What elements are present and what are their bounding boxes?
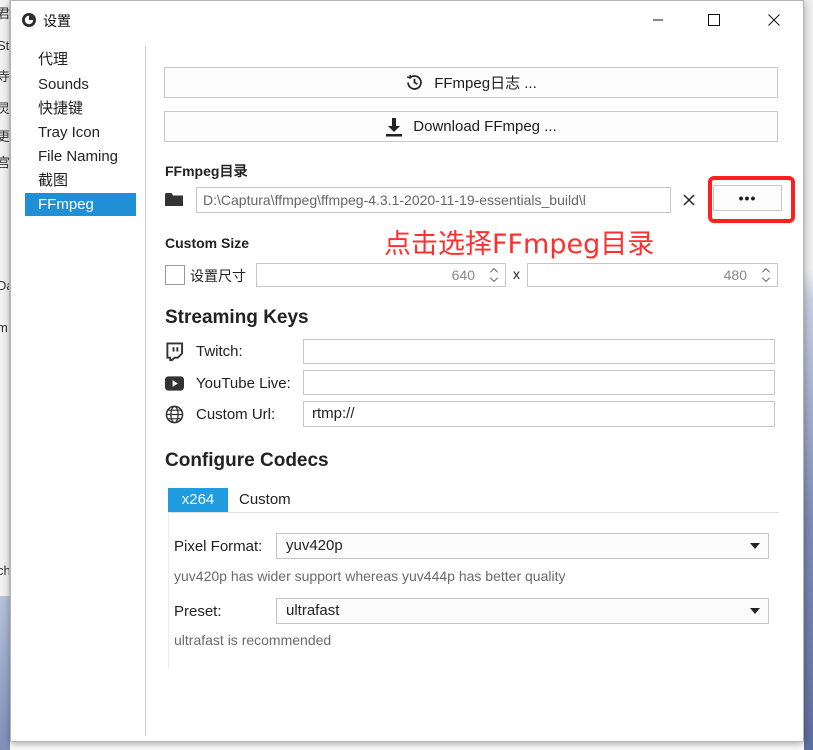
preset-hint: ultrafast is recommended — [174, 632, 332, 648]
download-ffmpeg-button-label: Download FFmpeg ... — [413, 118, 557, 135]
clear-icon — [683, 194, 695, 206]
sidebar-item-hotkeys[interactable]: 快捷键 — [25, 97, 136, 120]
window-title: 设置 — [43, 13, 71, 29]
pixel-format-value: yuv420p — [286, 537, 343, 554]
background-text: ch — [0, 563, 9, 578]
globe-icon — [165, 405, 184, 424]
pixel-format-label: Pixel Format: — [174, 538, 263, 555]
height-spinner-icon[interactable] — [755, 264, 777, 286]
desktop-wallpaper — [0, 596, 10, 750]
streaming-keys-heading: Streaming Keys — [165, 307, 309, 328]
maximize-button[interactable] — [691, 1, 737, 39]
close-button[interactable] — [751, 1, 797, 39]
preset-label: Preset: — [174, 603, 222, 620]
close-icon — [768, 14, 780, 26]
pixel-format-hint: yuv420p has wider support whereas yuv444… — [174, 568, 566, 584]
configure-codecs-heading: Configure Codecs — [165, 450, 329, 471]
clear-folder-button[interactable] — [674, 187, 704, 213]
sidebar-item-tray-icon[interactable]: Tray Icon — [25, 121, 136, 144]
sidebar-item-proxy[interactable]: 代理 — [25, 48, 136, 71]
preset-value: ultrafast — [286, 602, 340, 619]
width-input[interactable]: 640 — [256, 263, 506, 287]
background-text: 宫 — [0, 152, 9, 171]
custom-size-checkbox[interactable] — [165, 265, 185, 285]
captura-app-icon — [22, 13, 36, 27]
pixel-format-select[interactable]: yuv420p — [276, 533, 769, 559]
ffmpeg-folder-path-field[interactable]: D:\Captura\ffmpeg\ffmpeg-4.3.1-2020-11-1… — [196, 187, 671, 213]
background-text: m — [0, 320, 8, 335]
folder-icon — [165, 193, 183, 206]
youtube-live-key-input[interactable] — [303, 370, 775, 395]
custom-url-input[interactable]: rtmp:// — [303, 401, 775, 427]
settings-window: 设置 代理 Sounds 快捷键 Tray Icon File Naming 截… — [10, 0, 804, 742]
more-icon: ••• — [738, 190, 757, 206]
annotation-text: 点击选择FFmpeg目录 — [384, 229, 655, 260]
desktop-wallpaper — [804, 0, 813, 750]
youtube-live-label: YouTube Live: — [196, 375, 291, 392]
browse-folder-button[interactable]: ••• — [713, 185, 782, 211]
height-input[interactable]: 480 — [527, 263, 778, 287]
download-icon — [386, 117, 403, 136]
tab-x264[interactable]: x264 — [168, 488, 228, 512]
width-value: 640 — [451, 267, 475, 283]
chevron-down-icon — [750, 608, 760, 614]
minimize-button[interactable] — [635, 1, 681, 39]
custom-url-label: Custom Url: — [196, 406, 276, 423]
preset-select[interactable]: ultrafast — [276, 598, 769, 624]
background-text: St — [0, 38, 10, 53]
sidebar-item-file-naming[interactable]: File Naming — [25, 145, 136, 168]
height-value: 480 — [723, 267, 747, 283]
tab-custom[interactable]: Custom — [239, 491, 291, 508]
custom-size-checkbox-label: 设置尺寸 — [190, 268, 246, 284]
history-icon — [407, 74, 423, 90]
settings-sidebar: 代理 Sounds 快捷键 Tray Icon File Naming 截图 F… — [11, 46, 146, 736]
ffmpeg-settings-panel: FFmpeg日志 ... Download FFmpeg ... FFmpeg目… — [146, 39, 802, 739]
ffmpeg-folder-label: FFmpeg目录 — [165, 163, 248, 179]
background-text: 灵 — [0, 98, 9, 117]
ffmpeg-log-button[interactable]: FFmpeg日志 ... — [164, 67, 778, 98]
minimize-icon — [653, 19, 663, 21]
ffmpeg-log-button-label: FFmpeg日志 ... — [434, 75, 537, 92]
sidebar-item-sounds[interactable]: Sounds — [25, 73, 136, 96]
background-text: Da — [0, 278, 9, 293]
twitch-label: Twitch: — [196, 343, 243, 360]
custom-size-label: Custom Size — [165, 235, 250, 251]
twitch-icon — [166, 342, 184, 361]
sidebar-item-screenshot[interactable]: 截图 — [25, 169, 136, 192]
width-spinner-icon[interactable] — [483, 264, 505, 286]
sidebar-item-ffmpeg[interactable]: FFmpeg — [25, 193, 136, 216]
title-bar[interactable]: 设置 — [11, 1, 803, 39]
chevron-down-icon — [750, 543, 760, 549]
size-separator: x — [513, 266, 520, 282]
background-text: 君 — [0, 3, 9, 22]
background-text: 寺 — [0, 66, 9, 85]
background-text: 更 — [0, 126, 9, 145]
download-ffmpeg-button[interactable]: Download FFmpeg ... — [164, 111, 778, 142]
maximize-icon — [708, 14, 720, 26]
twitch-key-input[interactable] — [303, 339, 775, 364]
youtube-icon — [165, 376, 184, 391]
